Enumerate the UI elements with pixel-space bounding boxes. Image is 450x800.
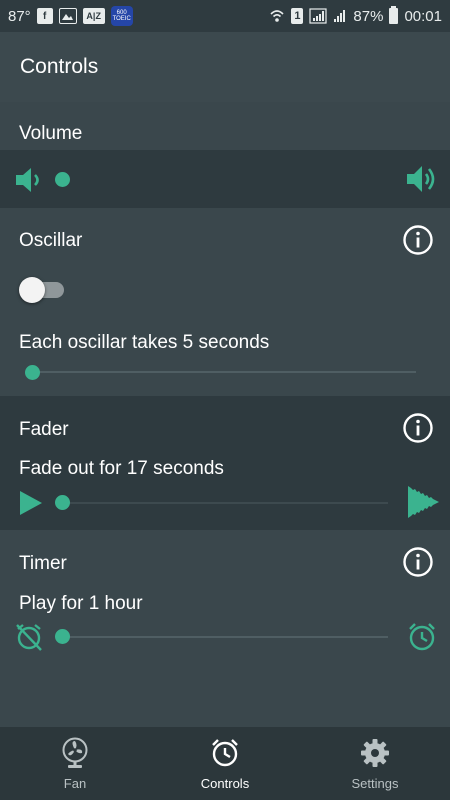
fader-description: Fade out for 17 seconds	[19, 458, 224, 479]
alarm-off-icon[interactable]	[14, 622, 44, 652]
nav-label-fan: Fan	[63, 776, 87, 791]
image-notification-icon	[58, 8, 77, 24]
oscillar-speed-slider-thumb[interactable]	[25, 365, 40, 380]
alarm-clock-icon	[212, 739, 238, 767]
fade-waveform-icon[interactable]	[406, 486, 440, 518]
fan-icon	[62, 737, 88, 768]
wifi-icon	[270, 10, 284, 22]
timer-slider-thumb[interactable]	[55, 629, 70, 644]
page-title: Controls	[20, 55, 99, 78]
volume-low-icon[interactable]	[15, 167, 43, 193]
timer-section	[0, 530, 450, 727]
facebook-notification-icon: f	[36, 8, 53, 24]
fader-slider-track[interactable]	[62, 502, 388, 504]
battery-percent: 87%	[353, 7, 384, 25]
volume-slider-track[interactable]	[62, 179, 400, 181]
signal-strength-2-icon	[334, 10, 346, 22]
battery-icon	[389, 6, 399, 24]
oscillar-info-icon[interactable]	[402, 224, 434, 256]
oscillar-toggle[interactable]	[19, 277, 45, 303]
oscillar-speed-text: Each oscillar takes 5 seconds	[19, 332, 270, 353]
play-icon[interactable]	[18, 490, 44, 516]
nav-label-controls: Controls	[200, 776, 250, 791]
az-app-icon: A|Z	[82, 8, 105, 24]
fader-info-icon[interactable]	[402, 412, 434, 444]
volume-slider-thumb[interactable]	[55, 172, 70, 187]
nav-label-settings: Settings	[351, 776, 399, 791]
nav-tab-controls[interactable]: Controls	[150, 727, 300, 800]
gear-icon	[361, 739, 389, 767]
status-bar: 87° f A|Z 600 TOEIC 1 87% 00:01	[0, 0, 450, 32]
fader-label: Fader	[19, 419, 69, 440]
oscillar-label: Oscillar	[19, 230, 83, 251]
oscillar-speed-slider-track[interactable]	[33, 371, 416, 373]
bottom-navigation: Fan Controls Settings	[0, 727, 450, 800]
timer-info-icon[interactable]	[402, 546, 434, 578]
clock-time: 00:01	[404, 7, 442, 25]
sim-indicator: 1	[291, 8, 304, 24]
timer-slider-track[interactable]	[62, 636, 388, 638]
timer-label: Timer	[19, 553, 67, 574]
volume-high-icon[interactable]	[406, 164, 440, 194]
alarm-clock-icon[interactable]	[406, 621, 438, 653]
nav-tab-fan[interactable]: Fan	[0, 727, 150, 800]
timer-description: Play for 1 hour	[19, 593, 143, 614]
app-bar: Controls	[0, 32, 450, 102]
fader-slider-thumb[interactable]	[55, 495, 70, 510]
dictionary-app-icon: 600 TOEIC	[110, 6, 133, 26]
temperature-text: 87°	[8, 7, 31, 25]
nav-tab-settings[interactable]: Settings	[300, 727, 450, 800]
volume-label: Volume	[19, 123, 83, 144]
signal-strength-icon	[309, 8, 328, 24]
